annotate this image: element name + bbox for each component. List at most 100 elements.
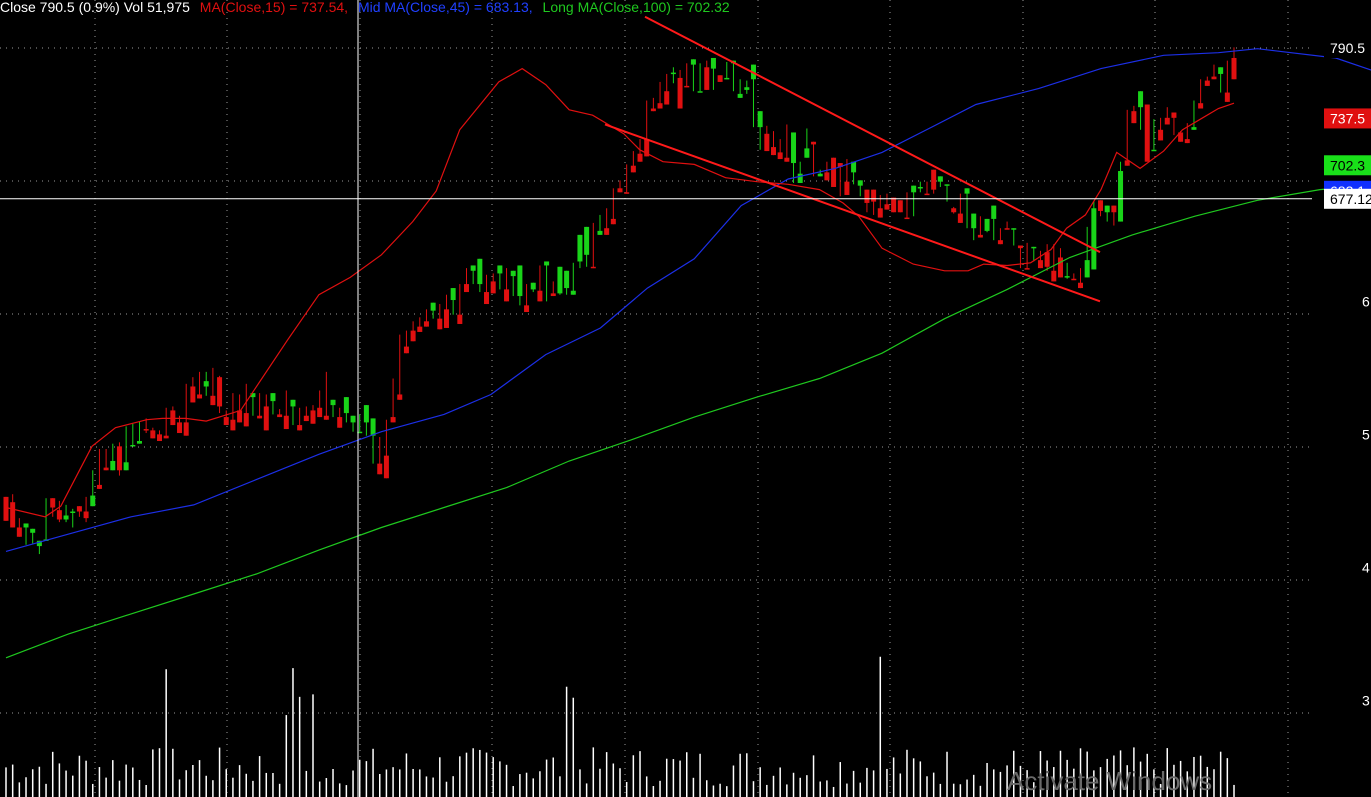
candle-down [657,103,663,109]
candle-up [964,188,970,194]
candle-down [504,289,510,302]
candle-down [223,417,229,426]
candle-down [337,417,343,428]
stock-chart[interactable]: Close 790.5 (0.9%) Vol 51,975 MA(Close,1… [0,0,1371,797]
candle-down [143,429,149,431]
candle-up [123,462,129,471]
candle-down [377,463,383,475]
candle-down [283,415,289,430]
candle-up [450,288,456,301]
candle-up [804,148,810,158]
candle-up [984,218,990,231]
candle-up [584,226,590,255]
candle-up [597,230,603,235]
candle-up [1218,67,1224,74]
candle-down [183,422,189,436]
candle-down [1144,104,1150,162]
candle-down [617,188,623,193]
candle-down [150,430,156,439]
candle-up [797,173,803,183]
candle-down [704,67,710,90]
candle-down [217,377,223,407]
candle-down [904,217,910,220]
candle-up [690,59,696,65]
candle-up [744,87,750,90]
candle-up [857,180,863,186]
candle-down [237,410,243,423]
candle-down [630,165,636,173]
candle-down [297,425,303,431]
candle-down [864,189,870,203]
candle-down [257,415,263,419]
candle-down [717,75,723,82]
ma45-text: Mid MA(Close,45) = 683.13, [358,0,533,15]
candle-up [1011,228,1017,230]
candle-up [570,290,576,295]
candle-down [784,157,790,162]
candle-up [343,397,349,414]
candle-down [524,305,530,313]
candle-up [130,445,136,447]
candle-down [16,527,22,537]
axis-tick-label: 5 [1362,426,1370,442]
candle-down [1078,282,1083,289]
candle-down [163,435,169,439]
price-tag-ma100: 702.3 [1330,157,1365,173]
candle-up [991,205,997,219]
axis-tick-label: 6 [1362,293,1370,309]
candle-down [103,467,109,471]
candle-down [891,197,897,213]
candle-up [971,213,977,229]
candle-down [977,234,983,238]
price-tag-last: 790.5 [1330,40,1365,56]
candle-down [1184,139,1190,144]
candle-down [317,407,323,418]
candle-up [911,185,917,193]
candle-down [390,417,396,423]
candle-down [190,386,196,403]
candle-down [170,410,176,426]
candle-up [203,381,209,387]
candle-up [110,460,116,471]
candle-down [537,290,543,302]
candle-down [650,108,656,112]
price-tag-ma15: 737.5 [1330,110,1365,126]
candle-up [817,173,823,177]
candle-down [777,152,783,160]
candle-down [417,326,423,332]
candle-up [510,270,516,277]
candle-up [90,495,96,507]
candle-up [724,77,730,80]
candle-up [330,399,336,406]
ma15-text: MA(Close,15) = 737.54, [200,0,348,15]
candle-up [1031,246,1037,249]
candle-down [230,419,236,431]
candle-down [951,208,957,213]
axis-tick-label: 3 [1362,692,1370,708]
candle-up [470,265,476,271]
candle-down [684,85,690,88]
candle-up [791,132,797,164]
candle-up [70,511,76,514]
candle-up [517,265,523,297]
candle-down [1004,228,1010,230]
candle-up [737,93,743,98]
candle-up [1151,149,1157,152]
axis-tick-label: 4 [1362,559,1370,575]
candle-up [1104,205,1110,213]
candle-down [1224,92,1230,102]
candle-down [831,157,837,187]
candle-down [924,193,930,196]
candle-down [1098,200,1104,211]
candle-down [637,153,643,162]
candle-up [697,91,703,93]
candle-up [1118,171,1124,222]
candle-up [577,234,583,262]
candle-up [136,441,142,444]
candle-down [1171,112,1177,118]
candle-down [277,414,283,418]
candle-down [1071,278,1077,281]
candle-up [30,528,36,533]
candle-down [1158,129,1164,141]
candle-down [83,511,89,519]
